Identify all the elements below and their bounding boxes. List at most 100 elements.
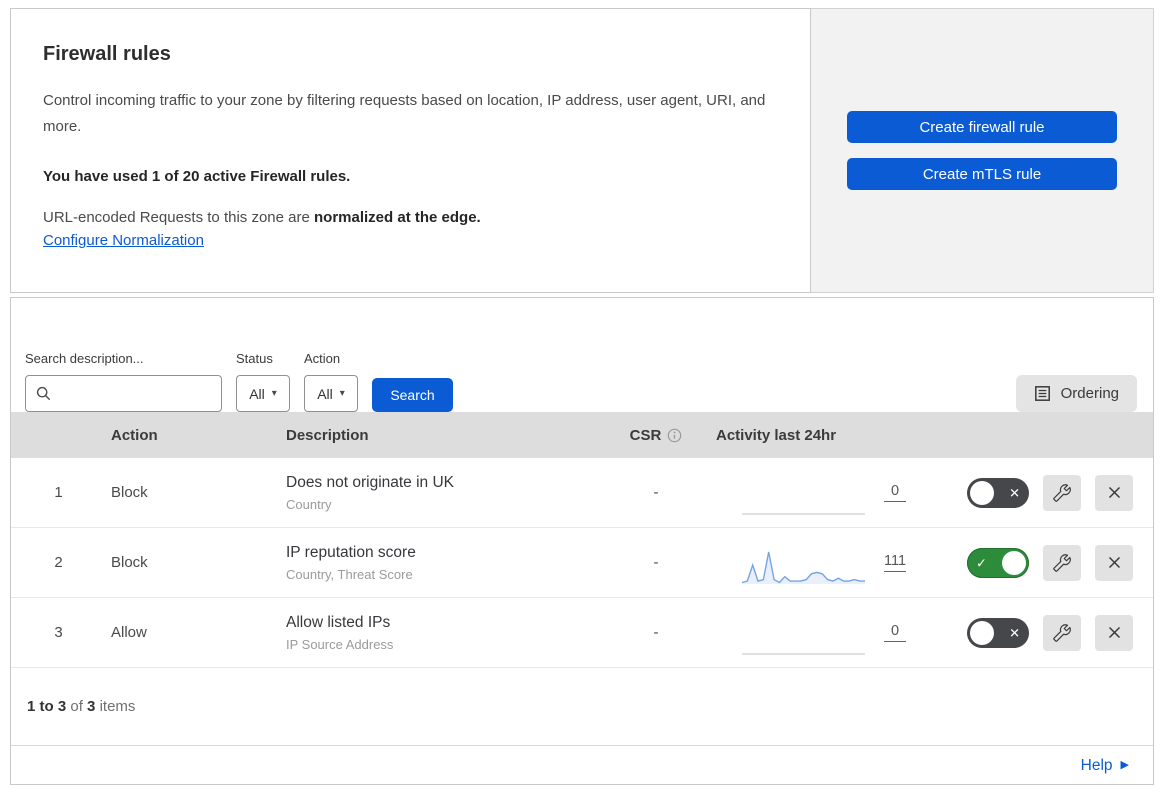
rule-fields: IP Source Address (286, 636, 394, 652)
rule-description-cell: Allow listed IPs IP Source Address (281, 614, 606, 652)
wrench-icon (1053, 623, 1071, 642)
edit-rule-button[interactable] (1043, 614, 1081, 651)
create-firewall-rule-button[interactable]: Create firewall rule (847, 111, 1117, 143)
page-title: Firewall rules (43, 43, 171, 65)
rule-csr-value: - (653, 554, 659, 571)
of-label: of (70, 698, 83, 715)
column-activity: Activity last 24hr (716, 426, 837, 444)
rule-fields: Country (286, 496, 332, 512)
toggle-knob (970, 620, 994, 645)
delete-rule-button[interactable] (1095, 614, 1133, 651)
action-filter-group: Action All ▾ (304, 351, 358, 412)
status-dropdown[interactable]: All ▾ (236, 375, 290, 412)
x-icon: ✕ (1009, 625, 1020, 640)
actions-panel: Create firewall rule Create mTLS rule (811, 8, 1154, 293)
close-icon (1108, 486, 1120, 499)
search-icon (36, 386, 51, 401)
edit-rule-button[interactable] (1043, 544, 1081, 581)
table-row: 1 Block Does not originate in UK Country… (11, 458, 1153, 528)
normalization-note: URL-encoded Requests to this zone are no… (43, 209, 770, 226)
rule-activity-cell: 111 (706, 539, 941, 587)
search-label: Search description... (25, 351, 144, 366)
activity-count-link[interactable]: 111 (884, 553, 907, 572)
column-action: Action (111, 426, 158, 444)
rule-enabled-toggle[interactable]: ✓ ✕ (967, 617, 1029, 648)
rule-description: IP reputation score (286, 543, 416, 561)
ordering-button[interactable]: Ordering (1015, 375, 1137, 412)
rule-action: Block (111, 554, 148, 571)
edit-rule-button[interactable] (1043, 474, 1081, 511)
activity-count-link[interactable]: 0 (884, 483, 906, 502)
check-icon: ✓ (976, 555, 987, 570)
normalization-bold-text: normalized at the edge. (314, 209, 481, 226)
column-description: Description (286, 426, 369, 444)
rule-enabled-toggle[interactable]: ✓ ✕ (967, 547, 1029, 578)
arrow-right-icon: ▶ (1120, 759, 1129, 771)
close-icon (1108, 556, 1120, 569)
pagination-summary: 1 to 3 of 3 items (11, 668, 1153, 746)
search-group: Search description... (25, 351, 222, 412)
search-input[interactable] (57, 384, 213, 403)
items-total: 3 (87, 698, 96, 715)
status-filter-group: Status All ▾ (236, 351, 290, 412)
rule-priority: 1 (54, 484, 63, 501)
rule-action: Block (111, 484, 148, 501)
rule-description: Does not originate in UK (286, 473, 455, 491)
activity-sparkline (742, 512, 865, 515)
column-csr: CSR (606, 427, 706, 444)
rule-description: Allow listed IPs (286, 613, 391, 631)
chevron-down-icon: ▾ (271, 387, 277, 399)
rule-enabled-toggle[interactable]: ✓ ✕ (967, 477, 1029, 508)
create-mtls-rule-button[interactable]: Create mTLS rule (847, 158, 1117, 190)
firewall-rules-page: Firewall rules Control incoming traffic … (0, 0, 1161, 792)
rules-list-card: Search description... Status All ▾ Actio… (10, 297, 1154, 785)
configure-normalization-link[interactable]: Configure Normalization (43, 232, 204, 249)
toggle-knob (1002, 550, 1026, 575)
rule-priority: 2 (54, 554, 63, 571)
rule-activity-cell: 0 (706, 609, 941, 657)
filter-bar: Search description... Status All ▾ Actio… (11, 298, 1153, 412)
action-label: Action (304, 351, 341, 366)
rule-description-cell: Does not originate in UK Country (281, 474, 606, 512)
wrench-icon (1053, 483, 1071, 502)
rule-controls: ✓ ✕ (941, 474, 1153, 511)
column-csr-label: CSR (629, 426, 662, 444)
overview-section: Firewall rules Control incoming traffic … (10, 8, 1154, 293)
activity-sparkline (742, 652, 865, 655)
rule-controls: ✓ ✕ (941, 544, 1153, 581)
rule-description-cell: IP reputation score Country, Threat Scor… (281, 544, 606, 582)
rule-csr-value: - (653, 484, 659, 501)
rule-fields: Country, Threat Score (286, 566, 413, 582)
action-dropdown[interactable]: All ▾ (304, 375, 358, 412)
action-selected-value: All (317, 385, 333, 402)
normalization-text: URL-encoded Requests to this zone are (43, 209, 314, 226)
table-row: 3 Allow Allow listed IPs IP Source Addre… (11, 598, 1153, 668)
rule-csr-value: - (653, 624, 659, 641)
items-range: 1 to 3 (27, 698, 67, 715)
x-icon: ✕ (1009, 485, 1020, 500)
help-bar: Help ▶ (11, 746, 1153, 785)
rule-action: Allow (111, 624, 147, 641)
search-button[interactable]: Search (372, 378, 453, 412)
toggle-knob (970, 480, 994, 505)
help-link-label: Help (1080, 756, 1113, 774)
table-row: 2 Block IP reputation score Country, Thr… (11, 528, 1153, 598)
status-label: Status (236, 351, 273, 366)
activity-count-link[interactable]: 0 (884, 623, 906, 642)
table-header: Action Description CSR Activity last 24h… (11, 412, 1153, 458)
delete-rule-button[interactable] (1095, 544, 1133, 581)
ordering-button-label: Ordering (1060, 385, 1119, 402)
close-icon (1108, 626, 1120, 639)
page-description: Control incoming traffic to your zone by… (43, 92, 766, 135)
activity-sparkline (741, 551, 865, 584)
rule-activity-cell: 0 (706, 469, 941, 517)
rule-priority: 3 (54, 624, 63, 641)
overview-text-panel: Firewall rules Control incoming traffic … (10, 8, 811, 293)
wrench-icon (1053, 553, 1071, 572)
help-link[interactable]: Help ▶ (1081, 757, 1129, 775)
info-icon[interactable] (667, 428, 682, 443)
rule-controls: ✓ ✕ (941, 614, 1153, 651)
ordering-list-icon (1034, 386, 1050, 401)
delete-rule-button[interactable] (1095, 474, 1133, 511)
search-box[interactable] (25, 375, 222, 412)
